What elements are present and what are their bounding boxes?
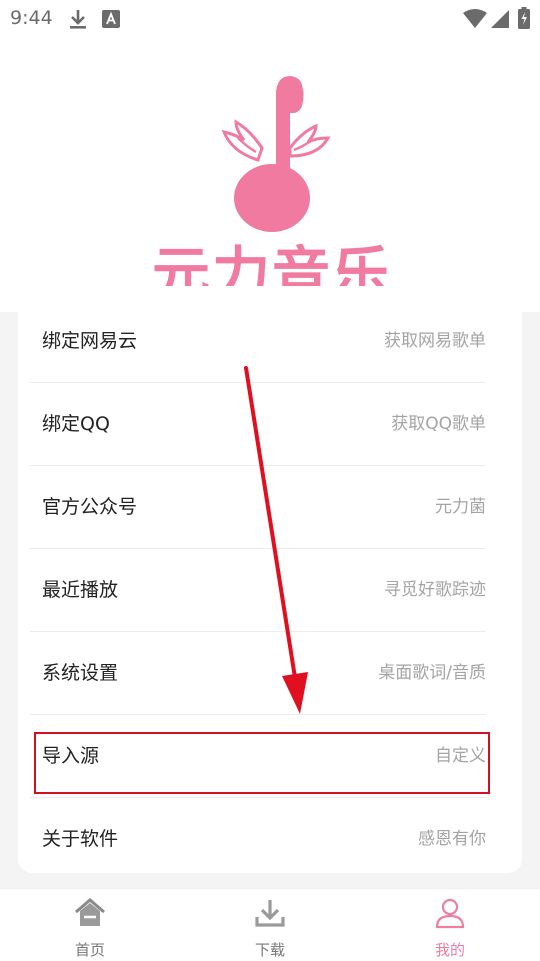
menu-item-title: 官方公众号 (42, 496, 138, 518)
menu-item-title: 绑定网易云 (42, 330, 138, 352)
app-notification-icon (102, 10, 120, 28)
menu-item-title: 关于软件 (42, 828, 119, 850)
tab-mine[interactable]: 我的 (360, 889, 540, 961)
annotation-highlight-box (34, 732, 490, 794)
menu-item-bind-netease[interactable]: 绑定网易云 获取网易歌单 (30, 300, 486, 383)
menu-item-recent-play[interactable]: 最近播放 寻觅好歌踪迹 (30, 549, 486, 632)
menu-item-subtitle: 寻觅好歌踪迹 (384, 580, 486, 600)
tab-home[interactable]: 首页 (0, 889, 180, 961)
menu-item-official-account[interactable]: 官方公众号 元力菌 (30, 466, 486, 549)
battery-icon (518, 7, 530, 29)
download-status-icon (70, 10, 86, 29)
menu-item-system-settings[interactable]: 系统设置 桌面歌词/音质 (30, 632, 486, 715)
menu-item-subtitle: 获取QQ歌单 (391, 414, 486, 434)
menu-item-bind-qq[interactable]: 绑定QQ 获取QQ歌单 (30, 383, 486, 466)
menu-item-title: 绑定QQ (42, 413, 110, 435)
menu-item-subtitle: 感恩有你 (418, 829, 486, 849)
app-logo: 元力音乐 (152, 76, 392, 286)
tab-download[interactable]: 下载 (180, 889, 360, 961)
logo-text: 元力音乐 (152, 240, 392, 286)
tab-label: 下载 (254, 941, 285, 959)
bottom-tab-bar: 首页 下载 我的 (0, 888, 540, 961)
menu-item-title: 最近播放 (42, 579, 119, 601)
signal-icon (491, 10, 509, 28)
menu-item-about[interactable]: 关于软件 感恩有你 (30, 798, 486, 873)
status-time: 9:44 (10, 7, 53, 29)
home-icon (75, 898, 105, 926)
status-bar: 9:44 (0, 0, 540, 36)
user-icon (435, 898, 465, 929)
tab-label: 我的 (434, 941, 465, 959)
menu-item-subtitle: 桌面歌词/音质 (378, 663, 486, 683)
download-icon (255, 900, 285, 927)
menu-item-subtitle: 元力菌 (435, 497, 486, 517)
wifi-icon (463, 9, 487, 28)
logo-header: 元力音乐 (0, 36, 540, 311)
tab-label: 首页 (74, 941, 105, 959)
menu-item-title: 系统设置 (42, 662, 119, 684)
menu-item-subtitle: 获取网易歌单 (384, 331, 486, 351)
